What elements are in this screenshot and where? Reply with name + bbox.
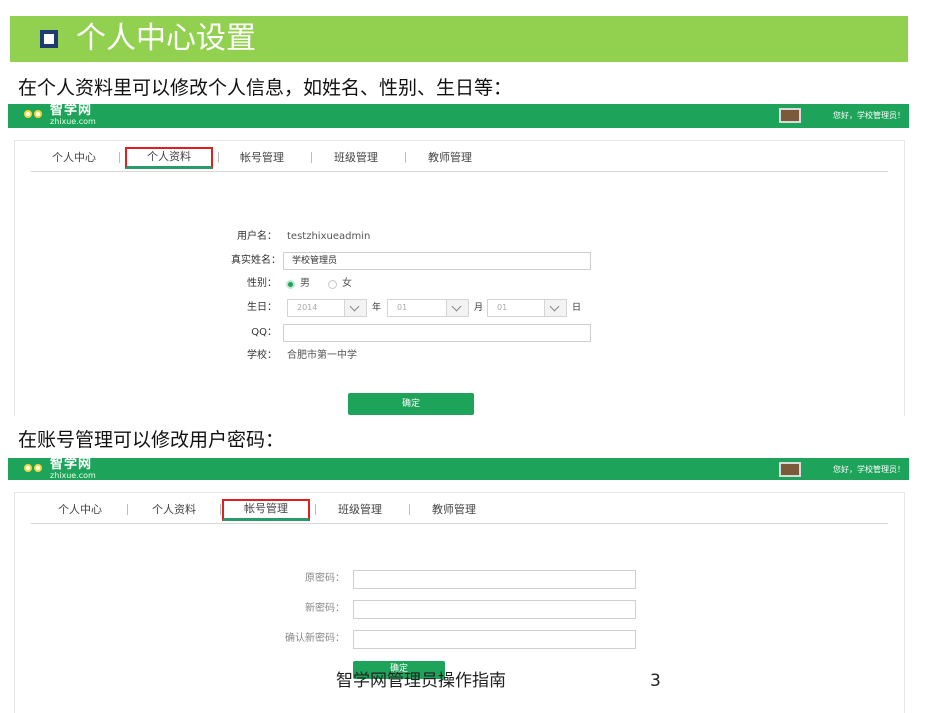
month-unit: 月 [474,303,484,313]
tab-personal-center[interactable]: 个人中心 [43,147,105,169]
tab-profile[interactable]: 个人资料 [125,147,213,169]
gender-male-radio[interactable] [286,280,295,289]
chevron-down-icon [344,300,366,316]
tab-account[interactable]: 帐号管理 [227,147,297,169]
app-header: 智学网 zhixue.com 您好，学校管理员！ [8,458,909,480]
slide-title: 个人中心设置 [76,21,256,56]
tab-profile[interactable]: 个人资料 [143,499,205,521]
page-number: 3 [650,671,661,691]
school-value: 合肥市第一中学 [287,350,357,361]
old-password-input[interactable] [353,570,636,589]
gender-female-radio[interactable] [328,280,337,289]
caption-password: 在账号管理可以修改用户密码： [18,429,285,451]
tab-divider [409,504,410,515]
tab-teacher[interactable]: 教师管理 [415,147,485,169]
birth-year-value: 2014 [297,303,318,312]
tab-class[interactable]: 班级管理 [325,499,395,521]
tab-divider [311,152,312,163]
new-password-input[interactable] [353,600,636,619]
brand-domain: zhixue.com [50,471,96,480]
screenshot-profile: 智学网 zhixue.com 您好，学校管理员！ 个人中心 个人资料 帐号管理 … [8,104,909,416]
tab-bar: 个人中心 个人资料 帐号管理 班级管理 教师管理 [15,493,904,524]
tab-divider [315,504,316,515]
gender-female-label: 女 [342,278,352,289]
tab-personal-center[interactable]: 个人中心 [49,499,111,521]
username-value: testzhixueadmin [287,231,371,242]
tab-underline [31,523,888,524]
birthday-label: 生日： [247,302,277,313]
qq-input[interactable] [283,324,591,342]
tab-divider [119,152,120,163]
owl-logo-icon[interactable] [24,106,44,124]
tab-divider [127,504,128,515]
chevron-down-icon [544,300,566,316]
gender-label: 性别： [247,278,277,289]
gender-male-label: 男 [300,278,310,289]
app-header: 智学网 zhixue.com 您好，学校管理员！ [8,104,909,128]
tab-bar: 个人中心 个人资料 帐号管理 班级管理 教师管理 [15,141,904,172]
tab-class[interactable]: 班级管理 [321,147,391,169]
brand-name: 智学网 [50,458,93,472]
tab-divider [218,152,219,163]
qq-label: QQ： [251,327,277,338]
content-panel: 个人中心 个人资料 帐号管理 班级管理 教师管理 用户名： testzhixue… [14,140,905,416]
tab-teacher[interactable]: 教师管理 [419,499,489,521]
school-label: 学校： [247,350,277,361]
submit-profile-button[interactable]: 确定 [348,393,474,415]
slide-footer: 智学网管理员操作指南 [336,671,506,691]
birth-year-select[interactable]: 2014 [287,299,367,317]
old-password-label: 原密码： [305,573,345,584]
brand-name: 智学网 [50,104,93,118]
brand-domain: zhixue.com [50,117,96,126]
avatar[interactable] [779,108,801,123]
owl-logo-icon[interactable] [24,460,44,478]
tab-account[interactable]: 帐号管理 [222,499,310,521]
year-unit: 年 [372,303,382,313]
slide-title-bar: 个人中心设置 [10,16,908,62]
birth-day-value: 01 [497,303,508,312]
user-greeting: 您好，学校管理员！ [833,111,905,120]
chevron-down-icon [446,300,468,316]
user-greeting: 您好，学校管理员！ [833,465,905,474]
tab-underline [31,171,888,172]
realname-label: 真实姓名： [231,255,281,266]
avatar[interactable] [779,462,801,477]
new-password-label: 新密码： [305,603,345,614]
username-label: 用户名： [237,231,277,242]
day-unit: 日 [572,303,582,313]
birth-month-select[interactable]: 01 [387,299,469,317]
confirm-password-label: 确认新密码： [285,633,345,644]
tab-divider [405,152,406,163]
confirm-password-input[interactable] [353,630,636,649]
bullet-square-icon [40,30,58,48]
birth-month-value: 01 [397,303,408,312]
realname-input[interactable]: 学校管理员 [283,252,591,270]
tab-divider [220,504,221,515]
caption-profile: 在个人资料里可以修改个人信息，如姓名、性别、生日等： [18,77,513,99]
birth-day-select[interactable]: 01 [487,299,567,317]
